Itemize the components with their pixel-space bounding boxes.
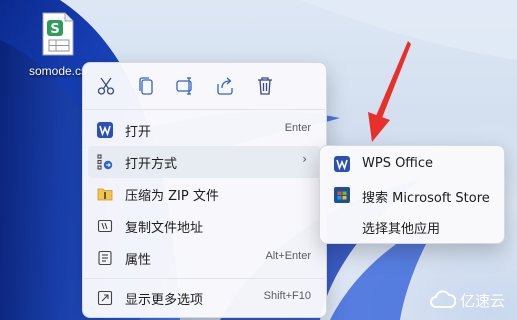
menu-item-open[interactable]: 打开 Enter [88,114,321,146]
menu-item-shortcut: Enter [284,122,311,134]
menu-item-label: 打开方式 [125,157,178,172]
menu-item-copy-path[interactable]: 复制文件地址 [88,210,321,242]
more-options-icon [97,290,113,306]
submenu-item-microsoft-store[interactable]: 搜索 Microsoft Store [324,180,500,210]
open-with-submenu: WPS Office 搜索 Microsoft Store 选择其他应用 [319,145,505,244]
menu-divider [84,278,325,279]
context-menu-toolbar [83,63,326,107]
submenu-item-label: WPS Office [362,156,434,171]
cut-icon[interactable] [95,75,117,97]
copy-icon[interactable] [135,75,157,97]
menu-divider [84,109,325,110]
submenu-item-wps-office[interactable]: WPS Office [324,149,500,179]
share-icon[interactable] [214,75,236,97]
delete-icon[interactable] [254,75,276,97]
submenu-item-label: 选择其他应用 [362,222,441,237]
submenu-item-label: 搜索 Microsoft Store [362,191,490,206]
chevron-right-icon: › [302,152,307,166]
properties-icon [97,250,113,266]
menu-item-label: 压缩为 ZIP 文件 [125,189,219,204]
menu-item-compress-zip[interactable]: 压缩为 ZIP 文件 [88,178,321,210]
menu-item-show-more-options[interactable]: 显示更多选项 Shift+F10 [88,282,321,314]
menu-item-label: 复制文件地址 [125,221,204,236]
store-icon [334,187,350,203]
menu-item-open-with[interactable]: 打开方式 › [88,146,321,178]
wps-office-icon [334,156,350,172]
copy-path-icon [97,218,113,234]
submenu-item-choose-other-app[interactable]: 选择其他应用 [324,211,500,241]
context-menu: 打开 Enter 打开方式 › 压缩为 ZIP 文件 复制文件地址 属性 Alt… [82,62,327,318]
svg-text:S: S [50,22,59,37]
menu-item-shortcut: Alt+Enter [265,250,311,262]
menu-item-label: 打开 [125,125,152,140]
annotation-arrow-icon [368,41,411,142]
rename-icon[interactable] [174,75,196,97]
watermark-text: 亿速云 [460,292,506,310]
menu-item-shortcut: Shift+F10 [263,290,311,302]
spreadsheet-file-icon: S [41,12,75,56]
cloud-logo-icon [430,290,456,308]
zip-icon [97,186,113,202]
open-with-icon [97,154,113,170]
menu-item-label: 显示更多选项 [125,293,204,308]
wps-icon [97,122,113,138]
menu-item-label: 属性 [125,253,152,268]
menu-item-properties[interactable]: 属性 Alt+Enter [88,242,321,274]
